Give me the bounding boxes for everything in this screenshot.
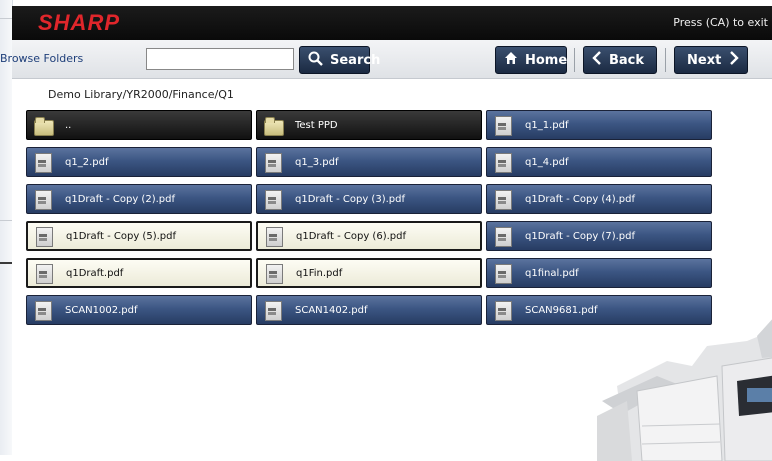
search-input[interactable] [146,48,294,70]
file-item[interactable]: q1Draft - Copy (6).pdf [256,221,482,251]
document-icon [263,152,283,173]
back-button-label: Back [609,52,645,68]
item-label: Test PPD [295,119,338,131]
file-item[interactable]: q1Draft - Copy (7).pdf [486,221,712,251]
item-label: q1Draft - Copy (5).pdf [66,230,176,242]
search-button-label: Search [330,52,381,68]
sharp-browser-panel: SHARP Press (CA) to exit Browse Folders … [0,6,772,461]
document-icon [493,115,513,136]
chevron-right-icon [729,51,739,69]
item-label: .. [65,119,72,131]
document-icon [493,189,513,210]
magnifier-icon [308,51,323,70]
item-label: q1final.pdf [525,267,579,279]
current-folder-path: Demo Library/YR2000/Finance/Q1 [48,88,234,101]
document-icon [493,263,513,284]
back-button[interactable]: Back [583,46,657,74]
window-edge-line [0,220,12,221]
item-label: q1Draft - Copy (6).pdf [296,230,406,242]
document-icon [33,300,53,321]
document-icon [493,226,513,247]
file-item[interactable]: q1Draft - Copy (3).pdf [256,184,482,214]
item-label: q1_2.pdf [65,156,109,168]
next-button[interactable]: Next [674,46,748,74]
browse-folders-label: Browse Folders [0,52,84,65]
toolbar: Browse Folders Search Home Back Next [0,40,772,79]
file-item[interactable]: q1_4.pdf [486,147,712,177]
item-label: q1Draft.pdf [66,267,124,279]
document-icon [34,263,54,284]
document-icon [493,152,513,173]
folder-item[interactable]: .. [26,110,252,140]
document-icon [263,189,283,210]
window-edge-line [0,18,12,19]
document-icon [34,226,54,247]
toolbar-divider [574,48,575,72]
item-label: q1_3.pdf [295,156,339,168]
file-item[interactable]: q1Draft - Copy (4).pdf [486,184,712,214]
file-item[interactable]: q1_3.pdf [256,147,482,177]
file-item[interactable]: q1_1.pdf [486,110,712,140]
document-icon [493,300,513,321]
item-label: q1_1.pdf [525,119,569,131]
file-item[interactable]: q1final.pdf [486,258,712,288]
document-icon [264,226,284,247]
document-icon [33,189,53,210]
file-item[interactable]: q1Draft.pdf [26,258,252,288]
file-item[interactable]: q1_2.pdf [26,147,252,177]
item-label: q1Draft - Copy (2).pdf [65,193,175,205]
document-icon [263,300,283,321]
house-icon [504,51,518,69]
file-item[interactable]: SCAN1002.pdf [26,295,252,325]
folder-item[interactable]: Test PPD [256,110,482,140]
document-icon [33,152,53,173]
item-label: SCAN1402.pdf [295,304,368,316]
item-label: SCAN1002.pdf [65,304,138,316]
exit-hint: Press (CA) to exit [673,16,768,29]
item-label: SCAN9681.pdf [525,304,598,316]
printer-illustration [597,319,772,461]
toolbar-divider [665,48,666,72]
home-button-label: Home [525,52,568,68]
folder-icon [263,115,284,136]
item-label: q1_4.pdf [525,156,569,168]
file-item[interactable]: q1Draft - Copy (5).pdf [26,221,252,251]
file-item[interactable]: q1Fin.pdf [256,258,482,288]
file-item[interactable]: SCAN1402.pdf [256,295,482,325]
folder-icon [33,115,54,136]
chevron-left-icon [592,51,602,69]
file-item[interactable]: q1Draft - Copy (2).pdf [26,184,252,214]
sharp-logo: SHARP [38,10,121,35]
item-label: q1Draft - Copy (7).pdf [525,230,635,242]
home-button[interactable]: Home [495,46,567,74]
search-button[interactable]: Search [299,46,380,74]
document-icon [264,263,284,284]
item-label: q1Draft - Copy (4).pdf [525,193,635,205]
next-button-label: Next [687,52,722,68]
item-label: q1Draft - Copy (3).pdf [295,193,405,205]
item-label: q1Fin.pdf [296,267,343,279]
title-bar: SHARP Press (CA) to exit [12,6,772,40]
